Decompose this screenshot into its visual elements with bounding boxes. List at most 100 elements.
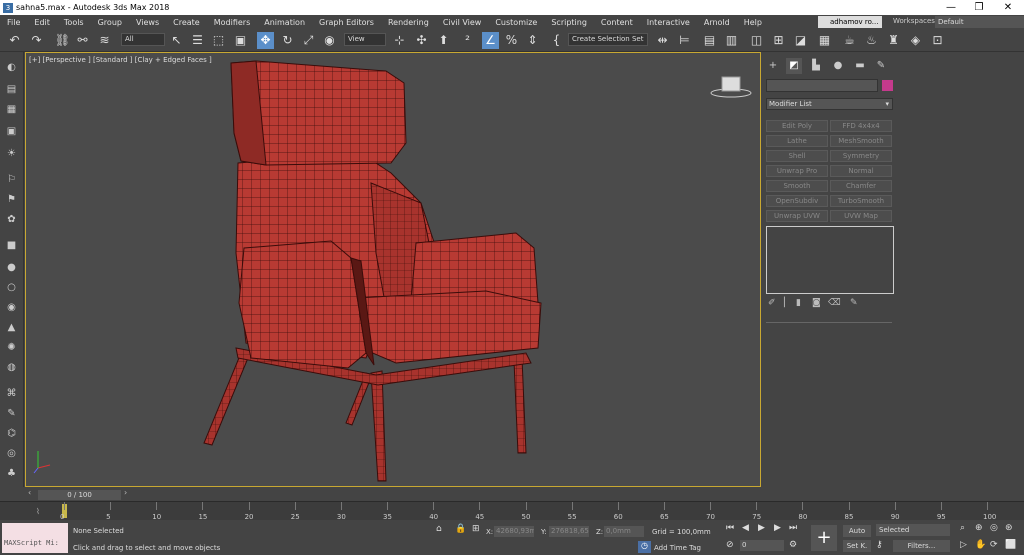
close-button[interactable]: ✕ <box>994 0 1022 15</box>
modifier-normal-button[interactable]: Normal <box>830 165 892 177</box>
orbit-icon[interactable]: ⟳ <box>990 540 998 550</box>
maximize-viewport-icon[interactable]: ⬜ <box>1005 540 1016 550</box>
rect-selection-icon[interactable]: ⬚ <box>210 32 227 49</box>
modifier-shell-button[interactable]: Shell <box>766 150 828 162</box>
paint-icon[interactable]: ✎ <box>3 406 20 421</box>
box-icon[interactable]: ■ <box>3 238 20 253</box>
menu-group[interactable]: Group <box>91 18 129 27</box>
render-iterative-icon[interactable]: ◈ <box>907 32 924 49</box>
motion-tab-icon[interactable]: ● <box>830 58 846 74</box>
select-move-icon[interactable]: ✥ <box>257 32 274 49</box>
modifier-edit-poly-button[interactable]: Edit Poly <box>766 120 828 132</box>
set-key-big-icon[interactable]: + <box>811 525 837 551</box>
lock-icon[interactable]: 🔒 <box>455 524 466 534</box>
render-icon[interactable]: ♨ <box>863 32 880 49</box>
pivot-center-icon[interactable]: ⊹ <box>391 32 408 49</box>
play-icon[interactable]: ▶ <box>758 523 765 533</box>
leaf-icon[interactable]: ♣ <box>3 466 20 481</box>
select-scale-icon[interactable]: ⤢ <box>300 32 317 49</box>
timeline-ruler[interactable]: ⌇ 0 5 10 15 20 25 30 35 40 45 50 55 60 65 70 75 80 85 90 95… <box>0 501 1024 521</box>
menu-animation[interactable]: Animation <box>257 18 312 27</box>
link-icon[interactable]: ⛓ <box>54 32 71 49</box>
hierarchy-tab-icon[interactable]: ▙ <box>808 58 824 74</box>
y-coord-field[interactable]: 276818,658 <box>549 526 589 537</box>
layers-icon[interactable]: ▤ <box>3 82 20 97</box>
absolute-mode-icon[interactable]: ⊞ <box>472 524 480 534</box>
go-to-start-icon[interactable]: ⏮ <box>726 523 734 533</box>
torus-icon[interactable]: ○ <box>3 280 20 295</box>
filters-button[interactable]: Filters... <box>893 540 950 552</box>
place-icon[interactable]: ◉ <box>321 32 338 49</box>
sphere-icon[interactable]: ● <box>3 260 20 275</box>
selection-set-dropdown[interactable]: Create Selection Set <box>568 33 648 46</box>
select-rotate-icon[interactable]: ↻ <box>279 32 296 49</box>
modifier-smooth-button[interactable]: Smooth <box>766 180 828 192</box>
remove-modifier-icon[interactable]: ◙ <box>812 298 821 308</box>
globe-icon[interactable]: ◎ <box>3 446 20 461</box>
x-coord-field[interactable]: 42680,93mm <box>494 526 534 537</box>
modifier-opensubdiv-button[interactable]: OpenSubdiv <box>766 195 828 207</box>
bind-spacewarp-icon[interactable]: ≋ <box>96 32 113 49</box>
scene-explorer-icon[interactable]: ▤ <box>701 32 718 49</box>
menu-interactive[interactable]: Interactive <box>640 18 697 27</box>
cone-icon[interactable]: ▲ <box>3 320 20 335</box>
percent-snap-icon[interactable]: % <box>503 32 520 49</box>
auto-key-button[interactable]: Auto <box>843 525 871 537</box>
perspective-viewport[interactable]: [+] [Perspective ] [Standard ] [Clay + E… <box>25 52 761 487</box>
viewport-layout-icon[interactable]: ◐ <box>3 60 20 75</box>
workspace-dropdown[interactable]: Default <box>935 16 1024 28</box>
menu-edit[interactable]: Edit <box>27 18 57 27</box>
modifier-stack[interactable] <box>766 226 894 294</box>
time-tag-icon[interactable]: ◷ <box>638 541 651 553</box>
unlink-icon[interactable]: ⚯ <box>74 32 91 49</box>
keyboard-shortcut-icon[interactable]: ⬆ <box>435 32 452 49</box>
pan-icon[interactable]: ✋ <box>975 540 986 550</box>
modifier-list-dropdown[interactable]: Modifier List ▾ <box>766 98 893 110</box>
utilities-tab-icon[interactable]: ✎ <box>873 58 889 74</box>
tool-b-icon[interactable]: ⚑ <box>3 192 20 207</box>
menu-tools[interactable]: Tools <box>57 18 91 27</box>
menu-modifiers[interactable]: Modifiers <box>207 18 258 27</box>
show-end-result-icon[interactable]: ▏ <box>784 298 791 308</box>
render-production-icon[interactable]: ♜ <box>885 32 902 49</box>
menu-scripting[interactable]: Scripting <box>544 18 594 27</box>
align-icon[interactable]: ⊨ <box>676 32 693 49</box>
key-mode-icon[interactable]: ⊘ <box>726 540 734 550</box>
angle-snap-icon[interactable]: ∠ <box>482 32 499 49</box>
object-name-field[interactable] <box>766 79 878 92</box>
named-selection-icon[interactable]: { <box>548 32 565 49</box>
helper-icon[interactable]: ⌘ <box>3 386 20 401</box>
modify-tab-icon[interactable]: ◩ <box>786 58 802 74</box>
mirror-icon[interactable]: ⇹ <box>654 32 671 49</box>
maximize-button[interactable]: ❐ <box>965 0 993 15</box>
snaps-toggle-icon[interactable]: ² <box>459 32 476 49</box>
display-tab-icon[interactable]: ▬ <box>852 58 868 74</box>
panel-icon[interactable]: ▣ <box>3 124 20 139</box>
tool-a-icon[interactable]: ⚐ <box>3 172 20 187</box>
create-tab-icon[interactable]: + <box>765 58 781 74</box>
curve-editor-toggle-icon[interactable]: ⌇ <box>36 507 40 516</box>
menu-graph-editors[interactable]: Graph Editors <box>312 18 381 27</box>
disc-icon[interactable]: ◍ <box>3 360 20 375</box>
render-setup-icon[interactable]: ▦ <box>816 32 833 49</box>
object-color-swatch[interactable] <box>882 80 893 91</box>
configure-sets-icon[interactable]: ✎ <box>850 298 858 308</box>
tool-c-icon[interactable]: ✿ <box>3 212 20 227</box>
key-filter-dropdown[interactable]: Selected <box>876 524 950 536</box>
eye-icon[interactable]: ◉ <box>3 300 20 315</box>
fov-icon[interactable]: ▷ <box>960 540 967 550</box>
menu-arnold[interactable]: Arnold <box>697 18 737 27</box>
zoom-extents-icon[interactable]: ◎ <box>990 523 998 533</box>
menu-customize[interactable]: Customize <box>488 18 544 27</box>
modifier-unwrap-pro-button[interactable]: Unwrap Pro <box>766 165 828 177</box>
next-key-icon[interactable]: ▶ <box>774 523 781 533</box>
z-coord-field[interactable]: 0,0mm <box>604 526 644 537</box>
scene-icon[interactable]: ▦ <box>3 102 20 117</box>
viewcube[interactable] <box>710 76 752 98</box>
modifier-chamfer-button[interactable]: Chamfer <box>830 180 892 192</box>
modifier-uvw-map-button[interactable]: UVW Map <box>830 210 892 222</box>
pin-stack-icon[interactable]: ✐ <box>768 298 776 308</box>
modifier-ffd-button[interactable]: FFD 4x4x4 <box>830 120 892 132</box>
light-icon[interactable]: ☀ <box>3 146 20 161</box>
selection-filter-dropdown[interactable]: All <box>121 33 165 46</box>
